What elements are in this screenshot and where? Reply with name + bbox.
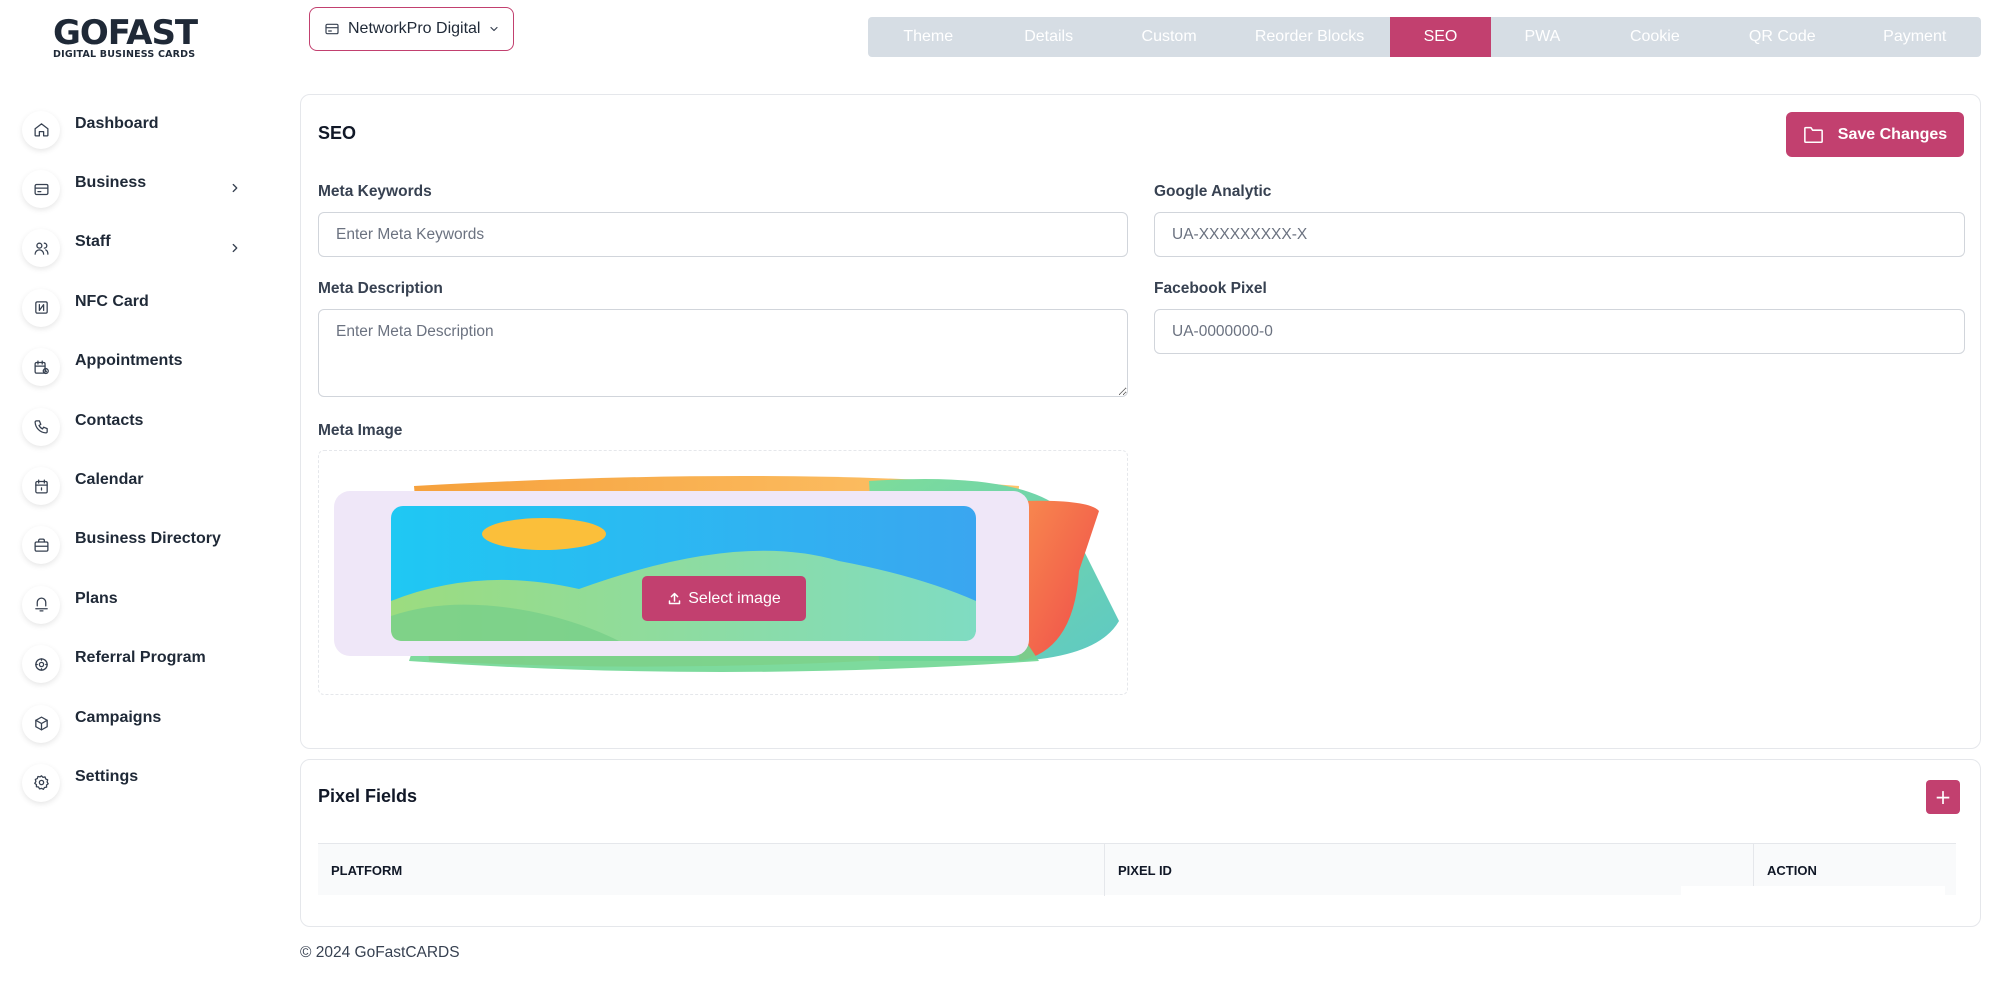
sidebar-item-label: Plans: [75, 589, 118, 607]
google-analytic-label: Google Analytic: [1154, 183, 1272, 200]
sidebar-item-label: Referral Program: [75, 649, 206, 667]
sidebar-item-nfc-card[interactable]: NFC Card: [22, 278, 252, 337]
gear-icon: [22, 763, 60, 802]
table-overlay: [1681, 886, 1945, 900]
business-select-value: NetworkPro Digital: [348, 20, 481, 37]
tab-qr-code[interactable]: QR Code: [1716, 17, 1848, 57]
meta-image-label: Meta Image: [318, 422, 403, 439]
phone-icon: [22, 407, 60, 446]
sidebar-item-label: Settings: [75, 767, 139, 785]
logo-sub-text: DIGITAL BUSINESS CARDS: [53, 49, 196, 60]
save-changes-label: Save Changes: [1837, 125, 1948, 143]
sidebar-item-business[interactable]: Business: [22, 159, 252, 218]
tab-custom[interactable]: Custom: [1109, 17, 1229, 57]
meta-keywords-label: Meta Keywords: [318, 183, 432, 200]
sidebar-item-label: Dashboard: [75, 114, 159, 132]
home-icon: [22, 110, 60, 149]
facebook-pixel-label: Facebook Pixel: [1154, 280, 1267, 297]
briefcase-icon: [22, 526, 60, 565]
sidebar-item-label: Calendar: [75, 471, 144, 489]
tab-pwa[interactable]: PWA: [1491, 17, 1593, 57]
sidebar-item-dashboard[interactable]: Dashboard: [22, 100, 252, 159]
folder-icon: [1803, 126, 1823, 144]
sidebar-item-plans[interactable]: Plans: [22, 575, 252, 634]
referral-icon: [22, 645, 60, 684]
chevron-right-icon: [232, 184, 238, 193]
sidebar-item-staff[interactable]: Staff: [22, 219, 252, 278]
meta-description-textarea[interactable]: [318, 309, 1128, 397]
sidebar-item-contacts[interactable]: Contacts: [22, 397, 252, 456]
meta-image-dropzone[interactable]: Select image: [318, 450, 1128, 695]
footer-copyright: © 2024 GoFastCARDS: [300, 944, 460, 961]
calendar-clock-icon: [22, 348, 60, 387]
sidebar-item-calendar[interactable]: Calendar: [22, 456, 252, 515]
users-icon: [22, 229, 60, 268]
add-pixel-button[interactable]: +: [1926, 780, 1960, 814]
tab-reorder-blocks[interactable]: Reorder Blocks: [1229, 17, 1389, 57]
settings-tabs: Theme Details Custom Reorder Blocks SEO …: [868, 17, 1981, 57]
box-icon: [22, 704, 60, 743]
chevron-down-icon: [490, 26, 499, 32]
card-icon: [22, 170, 60, 209]
sidebar-item-label: Business Directory: [75, 530, 221, 548]
image-placeholder-illustration: [334, 476, 1119, 672]
tab-theme[interactable]: Theme: [868, 17, 988, 57]
tab-cookie[interactable]: Cookie: [1594, 17, 1716, 57]
select-image-button[interactable]: Select image: [642, 576, 806, 621]
meta-keywords-input[interactable]: [318, 212, 1128, 257]
logo-main-text: GOFAST: [53, 13, 198, 53]
meta-description-label: Meta Description: [318, 280, 443, 297]
chevron-right-icon: [232, 243, 238, 252]
calendar-icon: [22, 467, 60, 506]
sidebar-item-label: Campaigns: [75, 708, 162, 726]
sidebar-item-label: Appointments: [75, 352, 183, 370]
sidebar-item-referral-program[interactable]: Referral Program: [22, 635, 252, 694]
sidebar-item-business-directory[interactable]: Business Directory: [22, 516, 252, 575]
nfc-icon: [22, 288, 60, 327]
tab-payment[interactable]: Payment: [1849, 17, 1981, 57]
award-icon: [22, 585, 60, 624]
seo-title: SEO: [318, 123, 357, 143]
sidebar-item-label: Business: [75, 174, 147, 192]
column-header-pixel-id[interactable]: PIXEL ID: [1105, 844, 1754, 896]
app-logo[interactable]: GOFAST DIGITAL BUSINESS CARDS: [53, 13, 218, 60]
upload-icon: [669, 592, 681, 605]
seo-card: SEO Save Changes Meta Keywords Google An…: [300, 94, 1981, 749]
sidebar-item-label: NFC Card: [75, 292, 149, 310]
sidebar-item-label: Contacts: [75, 411, 144, 429]
sidebar-item-settings[interactable]: Settings: [22, 753, 252, 812]
tab-seo[interactable]: SEO: [1389, 17, 1492, 57]
save-changes-button[interactable]: Save Changes: [1786, 112, 1964, 157]
sidebar-item-label: Staff: [75, 233, 111, 251]
google-analytic-input[interactable]: [1154, 212, 1965, 257]
sidebar-item-appointments[interactable]: Appointments: [22, 338, 252, 397]
facebook-pixel-input[interactable]: [1154, 309, 1965, 354]
sidebar-item-campaigns[interactable]: Campaigns: [22, 694, 252, 753]
business-select[interactable]: NetworkPro Digital: [309, 7, 514, 51]
card-icon: [325, 23, 339, 35]
tab-details[interactable]: Details: [988, 17, 1108, 57]
select-image-label: Select image: [688, 589, 781, 607]
pixel-fields-title: Pixel Fields: [318, 786, 418, 806]
pixel-fields-card: Pixel Fields + PLATFORM PIXEL ID ACTION: [300, 759, 1981, 927]
sidebar-nav: Dashboard Business Staff NFC Card Appoin…: [22, 100, 252, 813]
column-header-platform[interactable]: PLATFORM: [318, 844, 1105, 896]
